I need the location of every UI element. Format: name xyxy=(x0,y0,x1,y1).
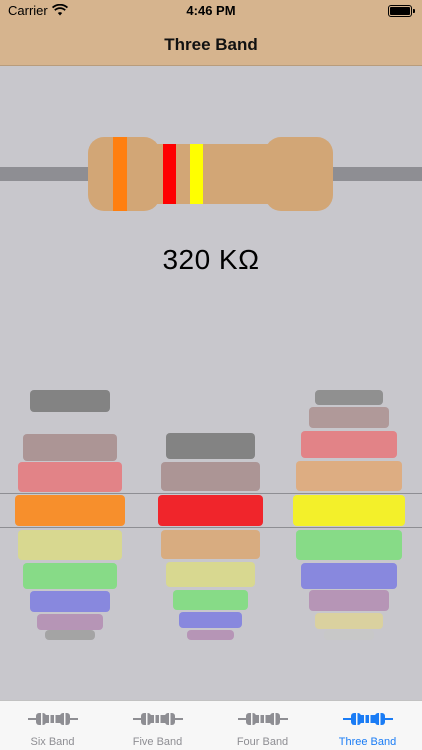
resistor-icon xyxy=(133,713,183,725)
resistor-band-2 xyxy=(163,144,176,204)
color-option[interactable] xyxy=(301,431,397,458)
tab-three-band[interactable]: Three Band xyxy=(315,701,420,750)
tab-label: Six Band xyxy=(30,736,75,748)
color-option[interactable] xyxy=(37,614,103,630)
color-band-picker[interactable] xyxy=(0,380,422,650)
color-option[interactable] xyxy=(23,434,117,461)
color-option[interactable] xyxy=(160,530,261,559)
color-option[interactable] xyxy=(45,630,95,640)
tab-label: Three Band xyxy=(338,736,397,748)
page-title: Three Band xyxy=(164,35,258,54)
color-option[interactable] xyxy=(308,590,390,611)
resistor-band-3 xyxy=(190,144,203,204)
color-option[interactable] xyxy=(308,407,390,428)
resistor-lead-left xyxy=(0,167,95,181)
color-option[interactable] xyxy=(17,462,123,492)
color-option[interactable] xyxy=(23,563,117,589)
tab-five-band[interactable]: Five Band xyxy=(105,701,210,750)
color-option[interactable] xyxy=(165,562,256,587)
color-option[interactable] xyxy=(186,630,235,640)
color-option[interactable] xyxy=(323,630,375,640)
resistor-icon xyxy=(238,713,288,725)
color-option[interactable] xyxy=(295,530,403,560)
navigation-bar: Three Band xyxy=(0,22,422,66)
picker-wheel-band-2[interactable] xyxy=(158,380,263,650)
picker-wheel-multiplier[interactable] xyxy=(293,380,405,650)
tab-label: Five Band xyxy=(132,736,183,748)
tab-bar: Six Band Five Band Four Band Three Band xyxy=(0,700,422,750)
color-option[interactable] xyxy=(301,563,397,589)
color-option[interactable] xyxy=(30,591,110,612)
picker-wheel-band-1[interactable] xyxy=(15,380,125,650)
tab-four-band[interactable]: Four Band xyxy=(210,701,315,750)
color-option[interactable] xyxy=(293,495,405,526)
resistor-cap-right xyxy=(265,137,333,211)
tab-label: Four Band xyxy=(236,736,289,748)
color-option[interactable] xyxy=(17,530,123,560)
color-option[interactable] xyxy=(179,612,242,628)
color-option[interactable] xyxy=(160,462,261,491)
status-time: 4:46 PM xyxy=(186,3,236,18)
color-option[interactable] xyxy=(315,613,383,629)
status-bar: Carrier 4:46 PM xyxy=(0,0,422,22)
color-option[interactable] xyxy=(295,461,403,491)
color-option[interactable] xyxy=(172,590,249,610)
resistor-icon xyxy=(343,713,393,725)
tab-six-band[interactable]: Six Band xyxy=(0,701,105,750)
color-option[interactable] xyxy=(158,495,263,526)
resistor-lead-right xyxy=(328,167,422,181)
color-option[interactable] xyxy=(315,390,383,405)
battery-icon xyxy=(388,5,415,17)
resistor-illustration xyxy=(0,130,422,220)
resistance-value: 320 KΩ xyxy=(162,244,260,275)
color-option[interactable] xyxy=(30,390,110,412)
resistor-icon xyxy=(28,713,78,725)
color-option[interactable] xyxy=(15,495,125,526)
resistor-band-1 xyxy=(113,137,127,211)
color-option[interactable] xyxy=(165,433,256,459)
